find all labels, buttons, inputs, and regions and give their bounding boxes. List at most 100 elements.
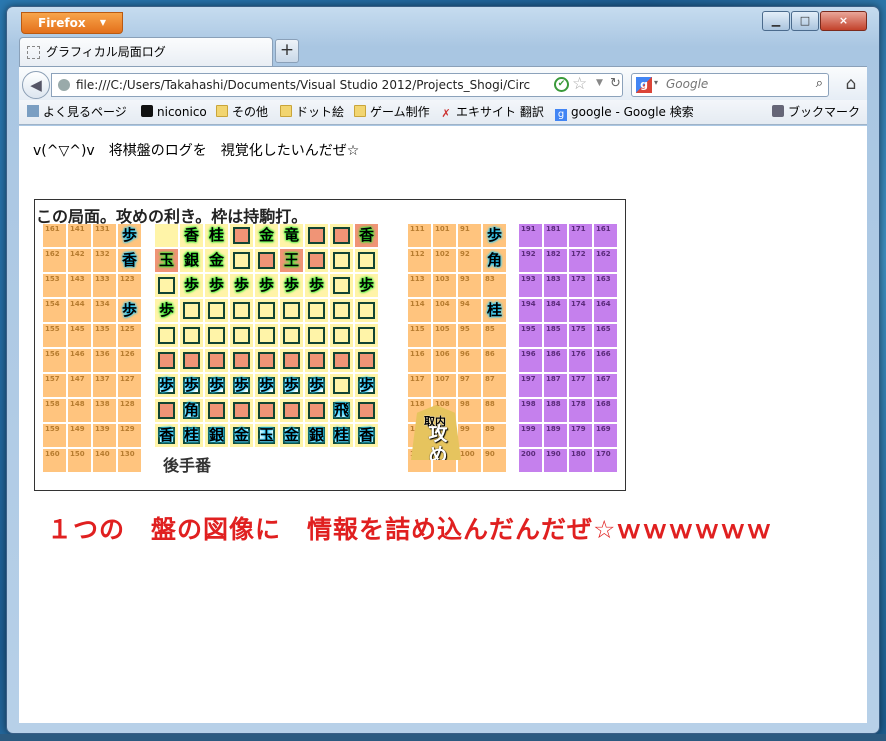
board-square: 桂 — [330, 424, 353, 447]
shogi-piece: 歩 — [308, 376, 324, 394]
square-frame — [233, 402, 250, 419]
board-square — [330, 374, 353, 397]
bookmark-star-icon[interactable]: ☆ — [572, 74, 587, 94]
square-frame — [333, 377, 350, 394]
url-history-dropdown-icon[interactable]: ▼ — [596, 78, 603, 88]
folder-icon — [216, 105, 228, 117]
tab-active[interactable]: グラフィカル局面ログ — [19, 37, 273, 66]
extra-cell: 170 — [594, 449, 617, 472]
attack-badge-main: 攻め — [428, 423, 448, 466]
bookmarks-menu[interactable]: ブックマーク — [772, 104, 860, 120]
square-frame — [208, 327, 225, 344]
extra-cell: 179 — [569, 424, 592, 447]
new-tab-button[interactable]: + — [275, 39, 299, 63]
board-square — [230, 299, 253, 322]
hand-cell-gote: 129 — [118, 424, 141, 447]
square-frame — [208, 402, 225, 419]
square-frame — [158, 352, 175, 369]
home-icon[interactable]: ⌂ — [839, 73, 863, 97]
hand-cell-sente: 94 — [458, 299, 481, 322]
hand-cell-gote: 145 — [68, 324, 91, 347]
board-square — [155, 324, 178, 347]
hand-cell-gote: 125 — [118, 324, 141, 347]
hand-cell-gote: 歩 — [118, 299, 141, 322]
bookmark-folder-other[interactable]: その他 — [216, 104, 268, 120]
maximize-button[interactable]: □ — [791, 11, 819, 31]
google-icon[interactable]: g — [636, 77, 652, 93]
search-icon[interactable]: ⌕ — [816, 76, 823, 91]
shogi-piece: 桂 — [183, 426, 199, 444]
hand-cell-gote: 157 — [43, 374, 66, 397]
shogi-piece: 歩 — [358, 276, 374, 294]
bookmark-folder-gamedev[interactable]: ゲーム制作 — [354, 104, 430, 120]
back-button[interactable]: ◀ — [22, 71, 50, 99]
board-square: 歩 — [280, 374, 303, 397]
engine-dropdown-icon[interactable]: ▾ — [654, 78, 658, 87]
square-frame — [283, 327, 300, 344]
board-square — [330, 274, 353, 297]
square-frame — [233, 352, 250, 369]
board-square: 歩 — [180, 274, 203, 297]
bookmark-folder-dotart[interactable]: ドット絵 — [280, 104, 344, 120]
browser-window: Firefox ▼ ▁ □ × グラフィカル局面ログ + ◀ file:///C:… — [6, 6, 880, 734]
bookmark-niconico[interactable]: niconico — [141, 104, 207, 120]
extra-cell: 197 — [519, 374, 542, 397]
reload-icon[interactable]: ↻ — [610, 76, 621, 91]
square-frame — [333, 352, 350, 369]
shogi-piece: 銀 — [308, 426, 324, 444]
url-bar[interactable]: file:///C:/Users/Takahashi/Documents/Vis… — [51, 73, 623, 97]
board-square: 桂 — [180, 424, 203, 447]
navigation-toolbar: ◀ file:///C:/Users/Takahashi/Documents/V… — [19, 66, 867, 100]
minimize-button[interactable]: ▁ — [762, 11, 790, 31]
search-input[interactable] — [666, 77, 806, 91]
square-frame — [158, 402, 175, 419]
hand-cell-sente: 93 — [458, 274, 481, 297]
hand-cell-sente: 91 — [458, 224, 481, 247]
square-frame — [283, 352, 300, 369]
bookmark-label: ドット絵 — [296, 105, 345, 119]
board-square — [305, 324, 328, 347]
hand-cell-gote: 131 — [93, 224, 116, 247]
hand-cell-sente: 116 — [408, 349, 431, 372]
board-square: 香 — [355, 424, 378, 447]
board-square: 歩 — [180, 374, 203, 397]
shogi-piece: 金 — [283, 426, 299, 444]
square-frame — [333, 277, 350, 294]
hand-cell-sente: 103 — [433, 274, 456, 297]
square-frame — [183, 352, 200, 369]
board-square — [155, 224, 178, 247]
board-square — [230, 399, 253, 422]
board-square — [255, 249, 278, 272]
tab-title: グラフィカル局面ログ — [46, 45, 166, 59]
board-square — [330, 299, 353, 322]
board-square — [355, 299, 378, 322]
hand-cell-gote: 143 — [68, 274, 91, 297]
hand-cell-sente: 111 — [408, 224, 431, 247]
hand-cell-gote: 137 — [93, 374, 116, 397]
search-box[interactable]: g ▾ ⌕ — [631, 73, 829, 97]
board-square — [355, 324, 378, 347]
extra-cell: 163 — [594, 274, 617, 297]
board-square: 歩 — [230, 274, 253, 297]
bookmark-most-visited[interactable]: よく見るページ — [27, 104, 127, 120]
hand-cell-gote: 142 — [68, 249, 91, 272]
bookmark-google-search[interactable]: g google - Google 検索 — [555, 104, 694, 121]
extra-cell: 164 — [594, 299, 617, 322]
hand-cell-sente: 112 — [408, 249, 431, 272]
bookmark-excite[interactable]: ✗ エキサイト 翻訳 — [440, 104, 543, 120]
square-frame — [183, 327, 200, 344]
board-square — [230, 249, 253, 272]
hand-cell-gote: 158 — [43, 399, 66, 422]
extra-cell: 195 — [519, 324, 542, 347]
hand-cell-gote: 162 — [43, 249, 66, 272]
close-window-button[interactable]: × — [820, 11, 867, 31]
shogi-piece: 歩 — [258, 376, 274, 394]
firefox-menu-button[interactable]: Firefox ▼ — [21, 12, 123, 34]
hand-cell-gote: 141 — [68, 224, 91, 247]
board-square — [255, 299, 278, 322]
extra-cell: 172 — [569, 249, 592, 272]
hand-cell-gote: 153 — [43, 274, 66, 297]
extra-cell: 178 — [569, 399, 592, 422]
check-icon: ✔ — [554, 77, 569, 92]
square-frame — [258, 302, 275, 319]
